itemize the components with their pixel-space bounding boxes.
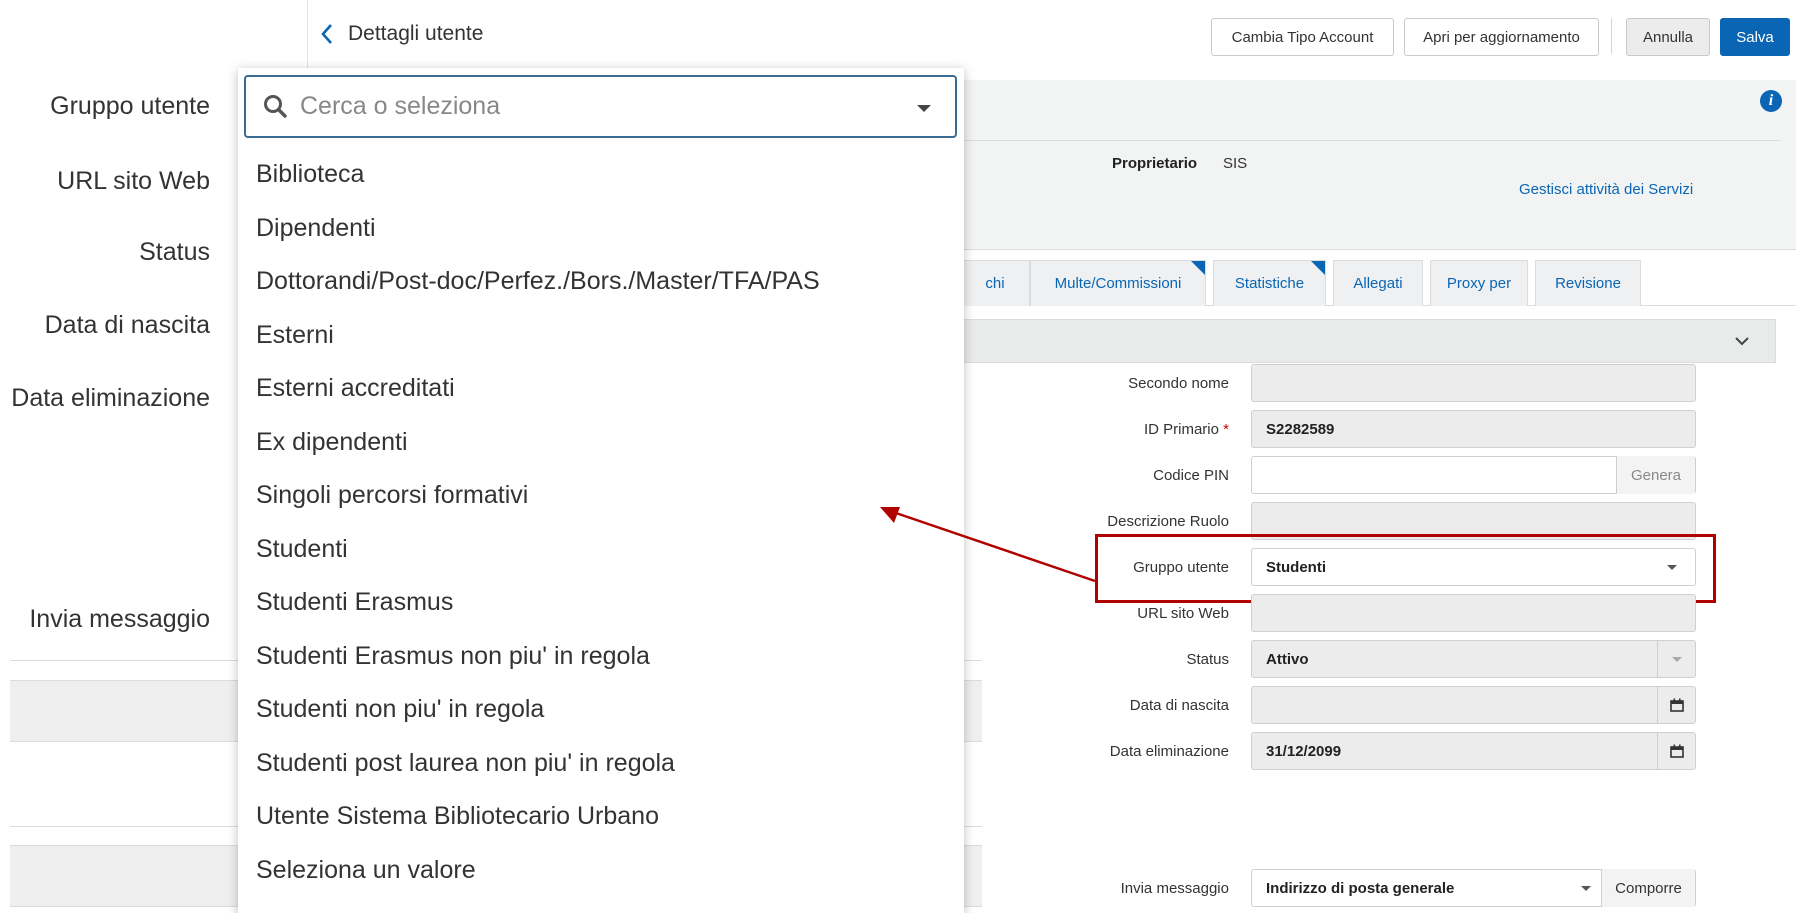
dropdown-option[interactable]: Dipendenti bbox=[238, 202, 964, 256]
dropdown-option[interactable]: Biblioteca bbox=[238, 148, 964, 202]
header-divider bbox=[960, 140, 1780, 141]
dropdown-option[interactable]: Studenti Erasmus non piu' in regola bbox=[238, 630, 964, 684]
purge-date-field[interactable]: 31/12/2099 bbox=[1251, 732, 1696, 770]
calendar-icon[interactable] bbox=[1657, 732, 1695, 770]
tab-history[interactable]: Revisione bbox=[1535, 260, 1641, 306]
second-name-label: Secondo nome bbox=[1128, 375, 1229, 392]
left-birth-date-label: Data di nascita bbox=[44, 311, 210, 339]
status-label: Status bbox=[1186, 651, 1229, 668]
annotation-arrow bbox=[880, 507, 1096, 583]
left-website-label: URL sito Web bbox=[57, 167, 210, 195]
toolbar-divider bbox=[1611, 18, 1612, 54]
purge-date-value: 31/12/2099 bbox=[1266, 742, 1342, 760]
tab-proxy-for[interactable]: Proxy per bbox=[1430, 260, 1528, 306]
page-title: Dettagli utente bbox=[348, 22, 484, 45]
dropdown-options: Biblioteca Dipendenti Dottorandi/Post-do… bbox=[238, 148, 964, 897]
status-value: Attivo bbox=[1266, 650, 1309, 668]
dropdown-option[interactable]: Seleziona un valore bbox=[238, 844, 964, 898]
status-select[interactable]: Attivo bbox=[1251, 640, 1696, 678]
send-message-label: Invia messaggio bbox=[1120, 880, 1229, 897]
dropdown-option[interactable]: Esterni bbox=[238, 309, 964, 363]
dropdown-option[interactable]: Utente Sistema Bibliotecario Urbano bbox=[238, 790, 964, 844]
owner-value: SIS bbox=[1223, 155, 1248, 172]
info-icon[interactable]: i bbox=[1760, 90, 1782, 112]
chevron-left-icon bbox=[321, 24, 332, 44]
open-for-update-button[interactable]: Apri per aggiornamento bbox=[1404, 18, 1599, 56]
search-icon bbox=[264, 94, 287, 118]
owner-label: Proprietario bbox=[1112, 155, 1198, 172]
left-user-group-label: Gruppo utente bbox=[50, 92, 210, 120]
highlight-annotation-box bbox=[1095, 534, 1716, 603]
dropdown-option[interactable]: Dottorandi/Post-doc/Perfez./Bors./Master… bbox=[238, 255, 964, 309]
pin-field[interactable]: Genera bbox=[1251, 456, 1696, 494]
tab-attachments[interactable]: Allegati bbox=[1333, 260, 1423, 306]
second-name-field[interactable] bbox=[1251, 364, 1696, 402]
website-field[interactable] bbox=[1251, 594, 1696, 632]
calendar-icon[interactable] bbox=[1657, 686, 1695, 724]
back-link[interactable]: Dettagli utente bbox=[320, 22, 483, 46]
dropdown-option[interactable]: Studenti non piu' in regola bbox=[238, 683, 964, 737]
birth-date-label: Data di nascita bbox=[1129, 697, 1229, 714]
primary-id-label: ID Primario * bbox=[1009, 421, 1229, 438]
compose-button[interactable]: Comporre bbox=[1601, 869, 1695, 907]
send-message-select[interactable]: Indirizzo di posta generale Comporre bbox=[1251, 869, 1696, 907]
left-purge-date-label: Data eliminazione bbox=[11, 384, 210, 412]
dropdown-option[interactable]: Studenti Erasmus bbox=[238, 576, 964, 630]
tab-label: Statistiche bbox=[1234, 275, 1305, 292]
dropdown-option[interactable]: Studenti post laurea non piu' in regola bbox=[238, 737, 964, 791]
tab-statistics[interactable]: Statistiche bbox=[1213, 260, 1326, 306]
dropdown-option[interactable]: Esterni accreditati bbox=[238, 362, 964, 416]
tab-corner-marker bbox=[1191, 261, 1205, 275]
primary-id-field[interactable]: S2282589 bbox=[1251, 410, 1696, 448]
tab-corner-marker bbox=[1311, 261, 1325, 275]
save-button[interactable]: Salva bbox=[1720, 18, 1790, 56]
dropdown-search-input[interactable] bbox=[300, 92, 880, 121]
generate-pin-button[interactable]: Genera bbox=[1616, 456, 1695, 494]
user-group-dropdown: Biblioteca Dipendenti Dottorandi/Post-do… bbox=[238, 68, 964, 913]
status-dropdown-toggle[interactable] bbox=[1657, 640, 1695, 678]
tab-label: Multe/Commissioni bbox=[1054, 275, 1182, 292]
pin-label: Codice PIN bbox=[1153, 467, 1229, 484]
dropdown-option[interactable]: Ex dipendenti bbox=[238, 416, 964, 470]
website-label: URL sito Web bbox=[1137, 605, 1229, 622]
send-message-value: Indirizzo di posta generale bbox=[1266, 879, 1455, 897]
change-account-type-button[interactable]: Cambia Tipo Account bbox=[1211, 18, 1394, 56]
required-marker: * bbox=[1223, 421, 1229, 438]
manage-services-link[interactable]: Gestisci attività dei Servizi bbox=[1519, 181, 1693, 198]
caret-down-icon bbox=[1671, 656, 1682, 662]
tab-contacts[interactable]: chi bbox=[960, 260, 1030, 306]
left-send-message-label: Invia messaggio bbox=[29, 605, 210, 633]
dropdown-option[interactable]: Singoli percorsi formativi bbox=[238, 469, 964, 523]
tab-label: Revisione bbox=[1555, 275, 1621, 292]
tab-label: Proxy per bbox=[1446, 275, 1512, 292]
birth-date-field[interactable] bbox=[1251, 686, 1696, 724]
tab-label: chi bbox=[985, 275, 1005, 292]
general-info-section-header[interactable] bbox=[960, 319, 1776, 363]
cancel-button[interactable]: Annulla bbox=[1626, 18, 1710, 56]
caret-down-icon bbox=[1581, 886, 1591, 891]
left-status-label: Status bbox=[139, 238, 210, 266]
dropdown-option[interactable]: Studenti bbox=[238, 523, 964, 577]
user-header-panel bbox=[960, 80, 1796, 250]
primary-id-label-text: ID Primario bbox=[1143, 421, 1219, 438]
tab-fines-fees[interactable]: Multe/Commissioni bbox=[1030, 260, 1206, 306]
caret-down-icon[interactable] bbox=[917, 105, 931, 112]
dropdown-search-box[interactable] bbox=[244, 75, 957, 138]
tab-label: Allegati bbox=[1353, 275, 1403, 292]
topbar-divider bbox=[307, 0, 308, 68]
purge-date-label: Data eliminazione bbox=[1109, 743, 1229, 760]
chevron-down-icon[interactable] bbox=[1731, 330, 1753, 352]
